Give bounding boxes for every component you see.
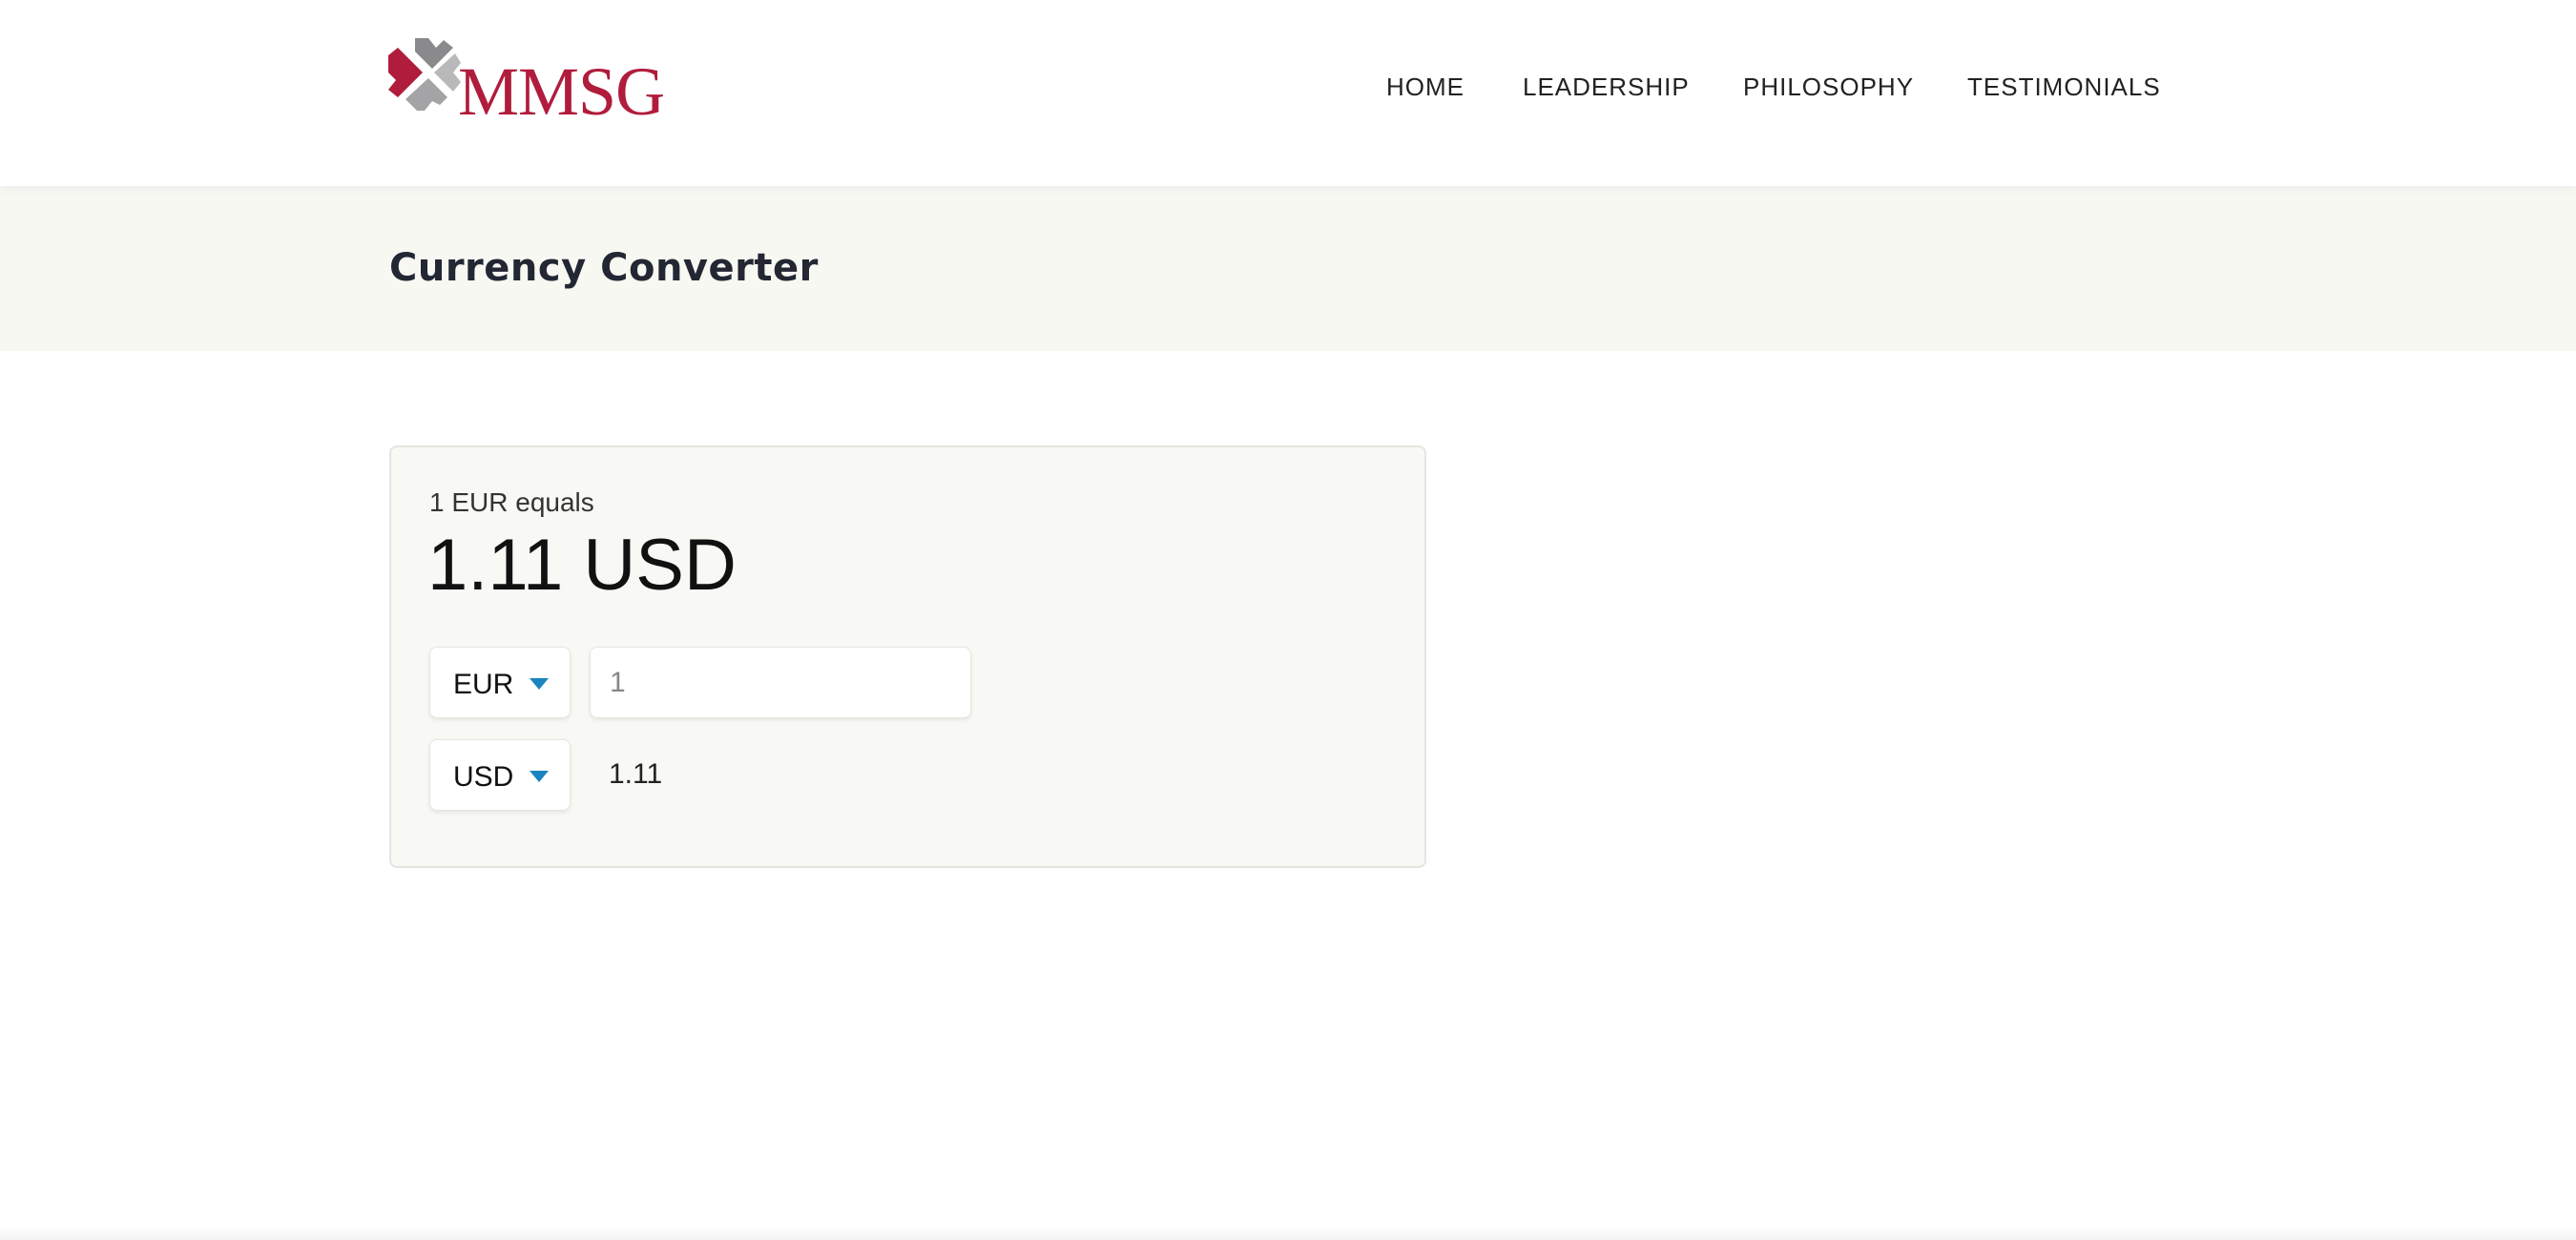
site-header: MMSG HOME LEADERSHIP PHILOSOPHY TESTIMON… [0,0,2576,186]
nav-home[interactable]: HOME [1386,72,1465,102]
caret-down-icon [530,678,549,690]
title-band [0,186,2576,351]
amount-input[interactable] [590,647,971,718]
to-currency-select[interactable]: USD [429,739,571,811]
currency-converter-card: 1 EUR equals 1.11 USD EUR USD 1.11 [389,445,1426,868]
footer-edge [0,1226,2576,1240]
logo[interactable]: MMSG [386,34,665,130]
nav-philosophy[interactable]: PHILOSOPHY [1743,72,1914,102]
page-title: Currency Converter [389,246,819,290]
from-currency-value: EUR [453,669,514,700]
to-currency-value: USD [453,761,514,793]
conversion-summary-label: 1 EUR equals [429,487,594,517]
conversion-summary-value: 1.11 USD [427,525,737,606]
logo-mark-icon [388,38,461,111]
nav-leadership[interactable]: LEADERSHIP [1523,72,1690,102]
from-currency-select[interactable]: EUR [429,647,571,718]
nav-testimonials[interactable]: TESTIMONIALS [1967,72,2161,102]
caret-down-icon [530,771,549,782]
logo-text: MMSG [458,53,665,130]
converted-amount: 1.11 [609,758,663,790]
